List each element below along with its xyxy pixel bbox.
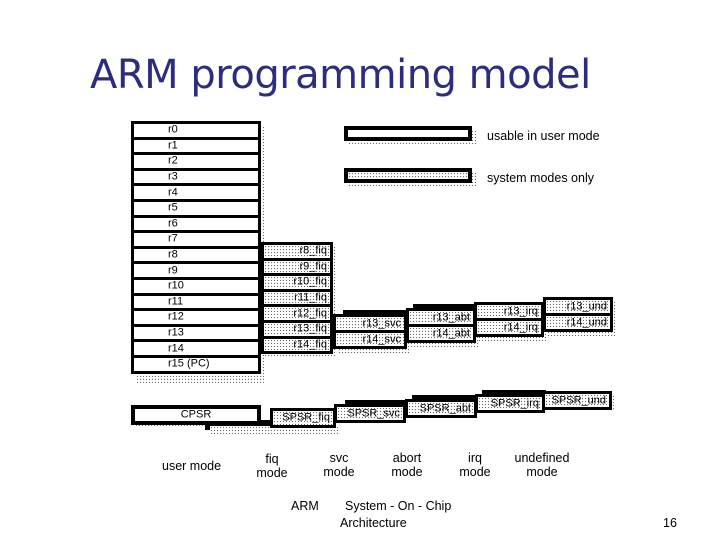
spsr-abt-register: SPSR_abt (405, 399, 477, 418)
cpsr-label: CPSR (180, 408, 212, 421)
mode-label-undefined: undefined mode (506, 451, 578, 479)
irq-register-label: r14_irq (503, 321, 538, 333)
fiq-register-label: r8_fiq (299, 244, 327, 257)
mode-label-user: user mode (162, 459, 222, 473)
user-register-label: r6 (168, 217, 178, 230)
footer-left: ARM (291, 499, 319, 513)
user-register-label: r1 (168, 139, 178, 152)
svc-register-label: r13_svc (362, 317, 401, 329)
abt-register-label: r13_abt (432, 311, 470, 323)
user-register-label: r5 (168, 201, 178, 214)
footer-title-line2: Architecture (340, 516, 407, 530)
spsr-und-label: SPSR_und (551, 394, 606, 406)
spsr-und-register: SPSR_und (542, 391, 612, 410)
user-register-label: r4 (168, 186, 178, 199)
mode-label-abort-line2: mode (391, 465, 423, 479)
user-register: r15 (PC) (131, 355, 261, 374)
abt-register-label: r14_abt (432, 327, 470, 339)
mode-label-fiq-line1: fiq (265, 452, 279, 466)
mode-label-undefined-line2: mode (526, 465, 558, 479)
spsr-svc-label: SPSR_svc (347, 407, 400, 419)
user-register-label: r10 (168, 279, 184, 292)
user-register-label: r7 (168, 232, 178, 245)
user-register-label: r0 (168, 123, 178, 136)
fiq-register-label: r14_fiq (293, 338, 327, 351)
svc-register-label: r14_svc (362, 333, 401, 345)
page-number: 16 (663, 516, 677, 530)
spsr-fiq-register: SPSR_fiq (270, 408, 336, 428)
mode-label-undefined-line1: undefined (514, 451, 570, 465)
und-register-label: r13_und (566, 300, 607, 312)
mode-label-abort-line1: abort (392, 451, 422, 465)
user-register-label: r13 (168, 326, 184, 339)
mode-label-irq-line1: irq (468, 451, 482, 465)
spsr-svc-register: SPSR_svc (334, 404, 406, 423)
und-register: r14_und (543, 313, 613, 332)
irq-register-label: r13_irq (503, 305, 538, 317)
mode-label-svc-line1: svc (329, 451, 349, 465)
legend-system-swatch (344, 168, 472, 183)
mode-label-fiq: fiq mode (245, 452, 299, 480)
user-register-label: r8 (168, 248, 178, 261)
spsr-irq-label: SPSR_irq (490, 397, 539, 409)
user-register-label: r3 (168, 170, 178, 183)
irq-register: r14_irq (474, 318, 544, 337)
spsr-fiq-label: SPSR_fiq (282, 411, 330, 424)
user-register-label: r14 (168, 342, 184, 355)
slide-title: ARM programming model (90, 52, 591, 98)
fiq-register-label: r9_fiq (299, 260, 327, 273)
fiq-register-label: r12_fiq (293, 307, 327, 320)
mode-label-irq-line2: mode (459, 465, 491, 479)
user-register-label: r11 (168, 295, 184, 308)
spsr-irq-register: SPSR_irq (475, 394, 545, 413)
fiq-register: r14_fiq (261, 335, 333, 355)
mode-label-svc: svc mode (312, 451, 366, 479)
legend-user-label: usable in user mode (487, 129, 600, 143)
footer-title-line1: System - On - Chip (345, 499, 452, 513)
user-register-label: r2 (168, 154, 178, 167)
mode-label-irq: irq mode (448, 451, 502, 479)
user-register-label: r9 (168, 264, 178, 277)
abt-register: r14_abt (406, 324, 476, 343)
mode-label-fiq-line2: mode (256, 466, 288, 480)
mode-label-abort: abort mode (380, 451, 434, 479)
und-register-label: r14_und (566, 316, 607, 328)
cpsr-register: CPSR (131, 405, 261, 425)
legend-system-label: system modes only (487, 171, 594, 185)
legend-user-swatch (344, 126, 472, 141)
user-register-label: r12 (168, 310, 184, 323)
fiq-register-label: r13_fiq (293, 322, 327, 335)
svc-register: r14_svc (333, 330, 407, 349)
spsr-abt-label: SPSR_abt (419, 402, 471, 414)
fiq-register-label: r11_fiq (294, 291, 327, 304)
mode-label-svc-line2: mode (323, 465, 355, 479)
fiq-register-label: r10_fiq (293, 275, 327, 288)
user-register-label: r15 (PC) (168, 357, 210, 370)
